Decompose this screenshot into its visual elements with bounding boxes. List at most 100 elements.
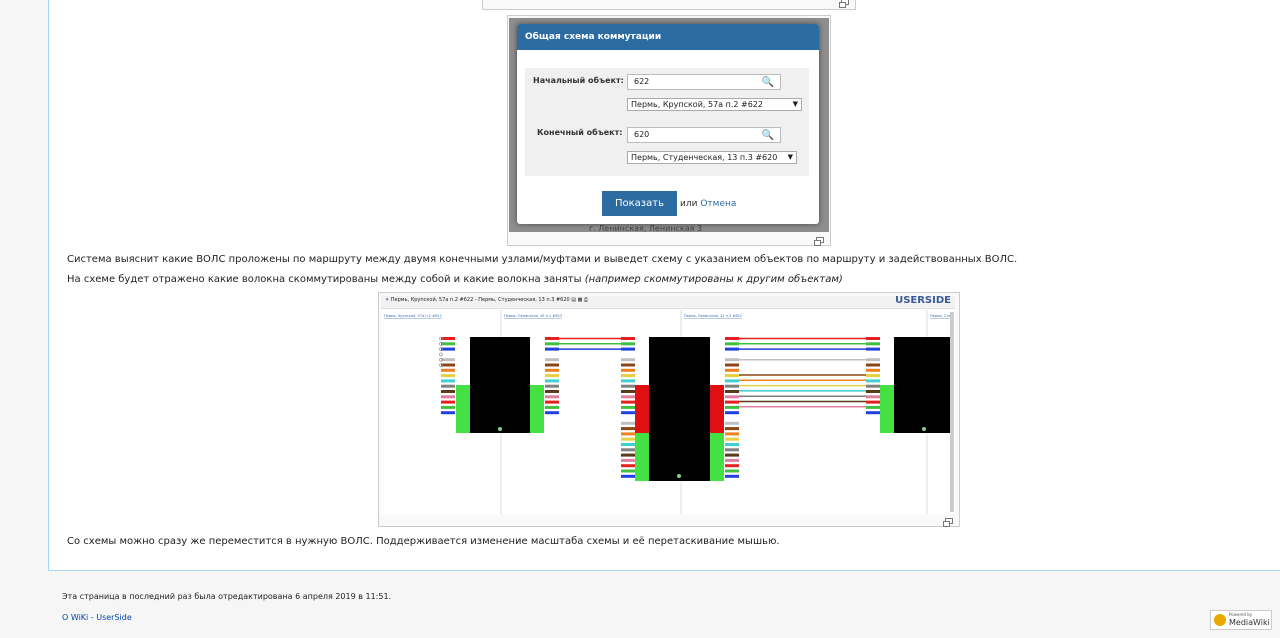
fiber-stub (441, 379, 455, 383)
fiber-stub (441, 384, 455, 388)
fiber-stub (545, 405, 559, 409)
fiber-stub (621, 458, 635, 462)
fiber-stub (866, 368, 880, 372)
fiber-stub (621, 464, 635, 468)
fiber-stub (621, 400, 635, 404)
start-object-value: 622 (634, 77, 650, 86)
fiber-stub (866, 411, 880, 415)
fiber-stub (545, 363, 559, 367)
fiber-stub (866, 337, 880, 340)
fiber-stub (725, 368, 739, 372)
end-object-select[interactable]: Пермь, Студенческая, 13 п.3 #620 ▼ (627, 151, 797, 164)
fiber-stub (725, 411, 739, 415)
fiber-diagram: ✦ Пермь, Крупской, 57а п.2 #622 - Пермь,… (381, 296, 955, 514)
start-object-label: Начальный объект: (533, 76, 624, 85)
fiber-stub (621, 405, 635, 409)
fiber-stub (725, 337, 739, 340)
fiber-stub (866, 416, 880, 420)
fiber-stub (621, 474, 635, 478)
fiber-stub (725, 437, 739, 441)
fiber-stub (441, 400, 455, 404)
fiber-stub (725, 342, 739, 346)
show-button[interactable]: Показать (602, 191, 677, 216)
fiber-stub (866, 363, 880, 367)
scrollbar (950, 312, 954, 512)
fiber-stub (621, 416, 635, 420)
column-label: Пермь, Крупской, 57а п.2 #622 (384, 314, 442, 318)
end-object-select-value: Пермь, Студенческая, 13 п.3 #620 (631, 153, 778, 162)
start-object-input[interactable]: 622 🔍 (627, 74, 781, 90)
fiber-stub (441, 363, 455, 367)
port-green (530, 385, 544, 433)
fiber-stub (545, 395, 559, 399)
paragraph-scheme: На схеме будет отражено какие волокна ск… (67, 274, 843, 285)
mediawiki-icon (1214, 614, 1226, 626)
fiber-stub (725, 432, 739, 436)
fiber-stub (866, 379, 880, 383)
fiber-stub (866, 347, 880, 351)
port-green (880, 385, 894, 433)
search-icon[interactable]: 🔍 (762, 129, 774, 143)
background-text: г. Ленинская, Ленинская 3 (589, 224, 703, 232)
node-box (470, 337, 530, 433)
fiber-stub (725, 395, 739, 399)
end-object-input[interactable]: 620 🔍 (627, 127, 781, 143)
or-label: или (680, 199, 698, 209)
fiber-stub (545, 342, 559, 346)
dialog-screenshot: г. Ленинская, Ленинская 3 Общая схема ко… (509, 18, 829, 232)
fiber-stub (725, 358, 739, 362)
fiber-stub (725, 453, 739, 457)
fiber-stub (621, 374, 635, 378)
paragraph-scheme-italic: (например скоммутированы к другим объект… (584, 274, 843, 285)
node-marker (922, 427, 926, 431)
fiber-stub (621, 437, 635, 441)
diagram-canvas[interactable]: Пермь, Крупской, 57а п.2 #622 Пермь, Лени… (381, 308, 955, 514)
fiber-stub (621, 432, 635, 436)
dialog-title: Общая схема коммутации (517, 24, 819, 50)
start-object-select-value: Пермь, Крупской, 57а п.2 #622 (631, 100, 763, 109)
fiber-stub (621, 469, 635, 473)
column-label: Пермь, Ста (930, 314, 951, 318)
port-red (710, 385, 724, 433)
fiber-stub (545, 416, 559, 420)
cancel-link[interactable]: Отмена (700, 199, 736, 209)
fiber-stub (545, 384, 559, 388)
fiber-stub (725, 469, 739, 473)
fiber-stub (725, 384, 739, 388)
fiber-stub (866, 384, 880, 388)
fiber-stub (621, 411, 635, 415)
fiber-stub (621, 352, 635, 356)
fiber-stub (725, 416, 739, 420)
fiber-stub (725, 443, 739, 446)
fiber-stub (866, 352, 880, 356)
fiber-stub (866, 395, 880, 399)
start-object-select[interactable]: Пермь, Крупской, 57а п.2 #622 ▼ (627, 98, 802, 111)
badge-bottom-text: MediaWiki (1229, 618, 1270, 627)
search-icon[interactable]: 🔍 (762, 76, 774, 90)
userside-logo: USERSIDE (895, 296, 951, 306)
fiber-stub (621, 421, 635, 425)
previous-thumbnail (482, 0, 856, 10)
node-marker (498, 427, 502, 431)
fiber-stub (441, 411, 455, 415)
fiber-stub (725, 448, 739, 452)
fiber-stub (621, 342, 635, 346)
end-object-value: 620 (634, 130, 650, 139)
enlarge-icon[interactable] (839, 0, 849, 8)
node-box (649, 337, 710, 481)
fiber-stub (441, 405, 455, 409)
fiber-stub (866, 358, 880, 362)
fiber-stub (621, 453, 635, 457)
fiber-stub (725, 427, 739, 431)
fiber-stub (621, 384, 635, 388)
port-green (456, 385, 470, 433)
fiber-stub (545, 358, 559, 362)
fiber-stub (725, 390, 739, 393)
fiber-stub (725, 379, 739, 383)
fiber-stub (866, 342, 880, 346)
enlarge-icon[interactable] (943, 518, 953, 527)
mediawiki-badge[interactable]: Powered by MediaWiki (1210, 610, 1272, 630)
about-link[interactable]: О WiKi - UserSide (62, 613, 132, 622)
enlarge-icon[interactable] (814, 237, 824, 246)
fiber-stub (545, 337, 559, 340)
